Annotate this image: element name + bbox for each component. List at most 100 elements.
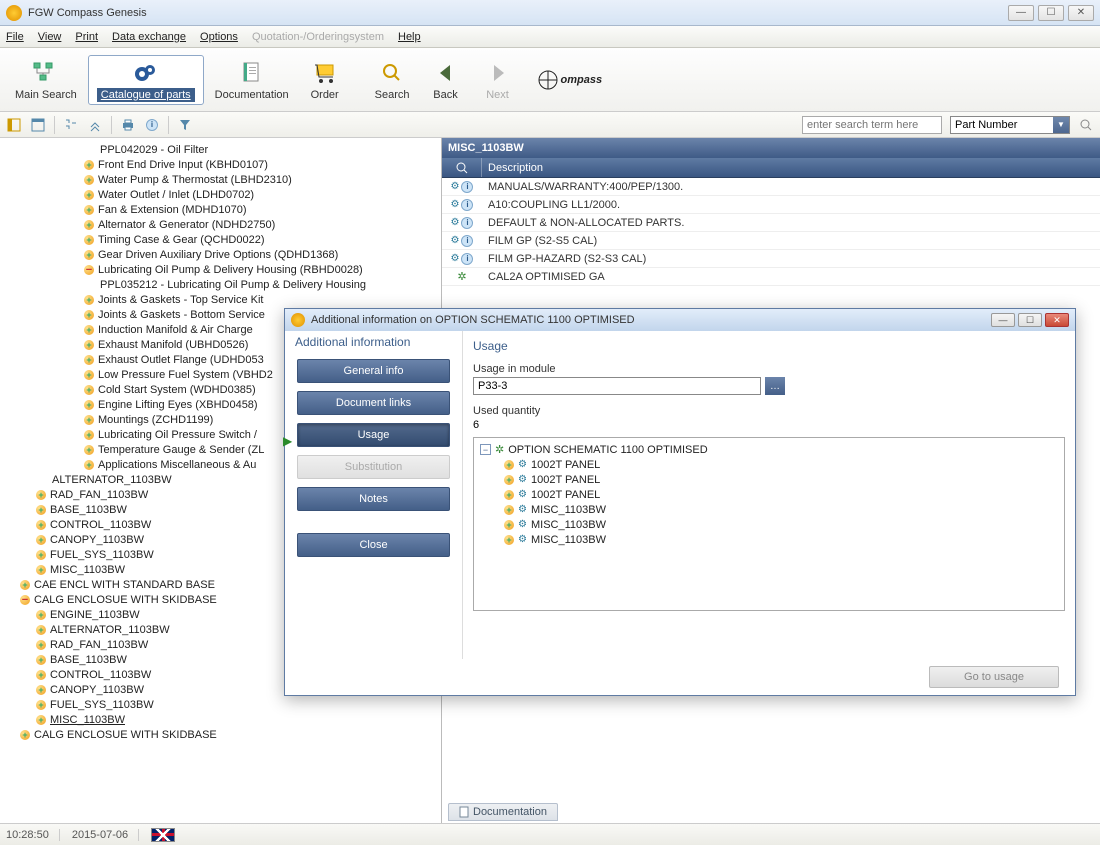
usage-tree[interactable]: − ✲ OPTION SCHEMATIC 1100 OPTIMISED ⚙100…	[473, 437, 1065, 611]
module-input[interactable]	[473, 377, 761, 395]
expand-icon[interactable]	[84, 310, 94, 320]
order-button[interactable]: Order	[300, 56, 350, 104]
tree-item[interactable]: Front End Drive Input (KBHD0107)	[0, 157, 441, 172]
tree-item[interactable]: PPL035212 - Lubricating Oil Pump & Deliv…	[0, 277, 441, 292]
expand-icon[interactable]	[84, 370, 94, 380]
expand-icon[interactable]	[84, 175, 94, 185]
search-go-icon[interactable]	[1078, 117, 1094, 133]
usage-child[interactable]: ⚙MISC_1103BW	[478, 517, 1060, 532]
expand-icon[interactable]	[84, 160, 94, 170]
tree-item[interactable]: Joints & Gaskets - Top Service Kit	[0, 292, 441, 307]
menu-view[interactable]: View	[38, 31, 62, 43]
collapse-icon[interactable]: −	[20, 595, 30, 605]
back-button[interactable]: Back	[421, 56, 471, 104]
expand-icon[interactable]	[36, 640, 46, 650]
documentation-tab[interactable]: Documentation	[448, 803, 558, 821]
menu-file[interactable]: File	[6, 31, 24, 43]
search-button[interactable]: Search	[366, 56, 419, 104]
expand-icon[interactable]	[504, 505, 514, 515]
tree-item[interactable]: Gear Driven Auxiliary Drive Options (QDH…	[0, 247, 441, 262]
notes-button[interactable]: Notes	[297, 487, 450, 511]
expand-icon[interactable]	[36, 655, 46, 665]
expand-icon[interactable]	[84, 235, 94, 245]
usage-child[interactable]: ⚙1002T PANEL	[478, 472, 1060, 487]
expand-icon[interactable]	[36, 565, 46, 575]
minimize-button[interactable]: —	[1008, 5, 1034, 21]
usage-child[interactable]: ⚙MISC_1103BW	[478, 502, 1060, 517]
expand-icon[interactable]	[504, 475, 514, 485]
expand-icon[interactable]	[84, 205, 94, 215]
usage-child[interactable]: ⚙1002T PANEL	[478, 487, 1060, 502]
go-to-usage-button[interactable]: Go to usage	[929, 666, 1059, 688]
filter-icon[interactable]	[177, 117, 193, 133]
dialog-minimize-button[interactable]: —	[991, 313, 1015, 327]
dialog-titlebar[interactable]: Additional information on OPTION SCHEMAT…	[285, 309, 1075, 331]
expand-icon[interactable]	[84, 340, 94, 350]
table-row[interactable]: ✲CAL2A OPTIMISED GA	[442, 268, 1100, 286]
expand-icon[interactable]	[84, 250, 94, 260]
menu-print[interactable]: Print	[75, 31, 98, 43]
expand-icon[interactable]	[36, 685, 46, 695]
table-row[interactable]: ⚙iA10:COUPLING LL1/2000.	[442, 196, 1100, 214]
documentation-button[interactable]: Documentation	[206, 56, 298, 104]
expand-icon[interactable]	[84, 190, 94, 200]
tree-item[interactable]: CALG ENCLOSUE WITH SKIDBASE	[0, 727, 441, 742]
tree-item[interactable]: Fan & Extension (MDHD1070)	[0, 202, 441, 217]
usage-root[interactable]: − ✲ OPTION SCHEMATIC 1100 OPTIMISED	[478, 442, 1060, 457]
catalogue-button[interactable]: Catalogue of parts	[88, 55, 204, 105]
dialog-maximize-button[interactable]: ☐	[1018, 313, 1042, 327]
browse-button[interactable]: …	[765, 377, 785, 395]
header-description[interactable]: Description	[482, 162, 1100, 174]
tree-item[interactable]: Timing Case & Gear (QCHD0022)	[0, 232, 441, 247]
expand-icon[interactable]	[84, 430, 94, 440]
expand-icon[interactable]	[36, 550, 46, 560]
expand-icon[interactable]	[84, 295, 94, 305]
expand-icon[interactable]	[504, 460, 514, 470]
table-row[interactable]: ⚙iFILM GP-HAZARD (S2-S3 CAL)	[442, 250, 1100, 268]
collapse-up-icon[interactable]	[87, 117, 103, 133]
expand-icon[interactable]	[84, 325, 94, 335]
usage-child[interactable]: ⚙MISC_1103BW	[478, 532, 1060, 547]
expand-icon[interactable]	[504, 490, 514, 500]
expand-icon[interactable]	[504, 535, 514, 545]
tree-item[interactable]: Water Pump & Thermostat (LBHD2310)	[0, 172, 441, 187]
document-links-button[interactable]: Document links	[297, 391, 450, 415]
general-info-button[interactable]: General info	[297, 359, 450, 383]
search-input[interactable]	[802, 116, 942, 134]
expand-icon[interactable]	[20, 580, 30, 590]
flag-uk-icon[interactable]	[151, 828, 175, 842]
tree-item[interactable]: PPL042029 - Oil Filter	[0, 142, 441, 157]
close-button[interactable]: ✕	[1068, 5, 1094, 21]
expand-icon[interactable]	[84, 355, 94, 365]
usage-child[interactable]: ⚙1002T PANEL	[478, 457, 1060, 472]
dialog-close-button[interactable]: ✕	[1045, 313, 1069, 327]
expand-icon[interactable]	[36, 610, 46, 620]
header-icon-cell[interactable]	[442, 158, 482, 177]
menu-options[interactable]: Options	[200, 31, 238, 43]
table-row[interactable]: ⚙iFILM GP (S2-S5 CAL)	[442, 232, 1100, 250]
info-icon[interactable]: i	[144, 117, 160, 133]
tree-item[interactable]: Water Outlet / Inlet (LDHD0702)	[0, 187, 441, 202]
menu-data-exchange[interactable]: Data exchange	[112, 31, 186, 43]
expand-icon[interactable]	[84, 220, 94, 230]
main-search-button[interactable]: Main Search	[6, 56, 86, 104]
expand-icon[interactable]	[84, 400, 94, 410]
expand-icon[interactable]	[84, 460, 94, 470]
expander-icon[interactable]: −	[480, 444, 491, 455]
expand-icon[interactable]	[36, 490, 46, 500]
table-row[interactable]: ⚙iMANUALS/WARRANTY:400/PEP/1300.	[442, 178, 1100, 196]
search-type-combo[interactable]: Part Number ▼	[950, 116, 1070, 134]
expand-icon[interactable]	[36, 520, 46, 530]
expand-icon[interactable]	[84, 415, 94, 425]
panel-list-icon[interactable]	[30, 117, 46, 133]
expand-icon[interactable]	[36, 700, 46, 710]
expand-icon[interactable]	[504, 520, 514, 530]
expand-icon[interactable]	[36, 715, 46, 725]
expand-icon[interactable]	[36, 535, 46, 545]
expand-icon[interactable]	[84, 445, 94, 455]
tree-item[interactable]: −Lubricating Oil Pump & Delivery Housing…	[0, 262, 441, 277]
table-row[interactable]: ⚙iDEFAULT & NON-ALLOCATED PARTS.	[442, 214, 1100, 232]
tree-branch-icon[interactable]	[63, 117, 79, 133]
close-button[interactable]: Close	[297, 533, 450, 557]
expand-icon[interactable]	[36, 670, 46, 680]
